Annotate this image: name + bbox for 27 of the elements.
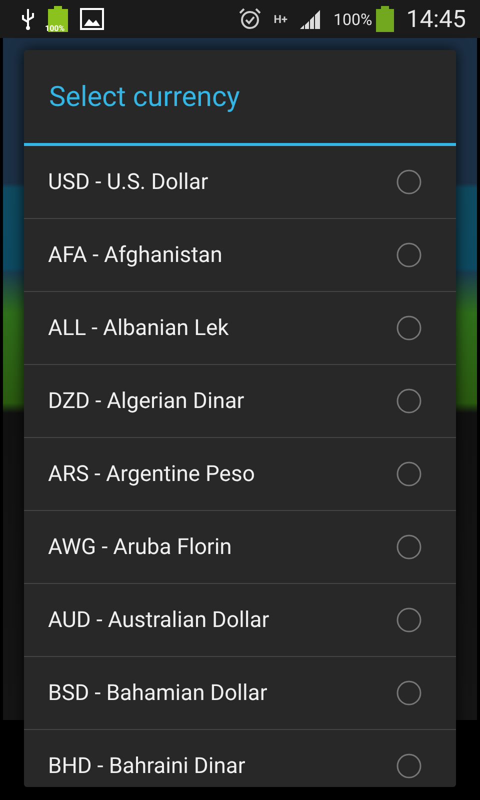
battery-percent-text: 100% [334,10,372,28]
radio-button[interactable] [396,169,422,195]
currency-option[interactable]: AUD - Australian Dollar [24,584,456,657]
currency-option[interactable]: ALL - Albanian Lek [24,292,456,365]
currency-option[interactable]: ARS - Argentine Peso [24,438,456,511]
image-icon [80,8,104,30]
battery-icon [376,6,394,32]
currency-option[interactable]: BHD - Bahraini Dinar [24,730,456,787]
clock-text: 14:45 [406,5,466,33]
currency-option[interactable]: DZD - Algerian Dinar [24,365,456,438]
currency-option[interactable]: USD - U.S. Dollar [24,146,456,219]
radio-button[interactable] [396,388,422,414]
radio-button[interactable] [396,242,422,268]
radio-button[interactable] [396,461,422,487]
alarm-icon [238,7,262,31]
currency-option[interactable]: BSD - Bahamian Dollar [24,657,456,730]
network-type-text: H+ [274,12,288,26]
usb-icon [20,7,36,31]
radio-button[interactable] [396,315,422,341]
dialog-title: Select currency [24,50,456,146]
currency-option[interactable]: AWG - Aruba Florin [24,511,456,584]
currency-option[interactable]: AFA - Afghanistan [24,219,456,292]
signal-icon [300,9,322,29]
radio-button[interactable] [396,607,422,633]
radio-button[interactable] [396,680,422,706]
radio-button[interactable] [396,534,422,560]
radio-button[interactable] [396,753,422,779]
